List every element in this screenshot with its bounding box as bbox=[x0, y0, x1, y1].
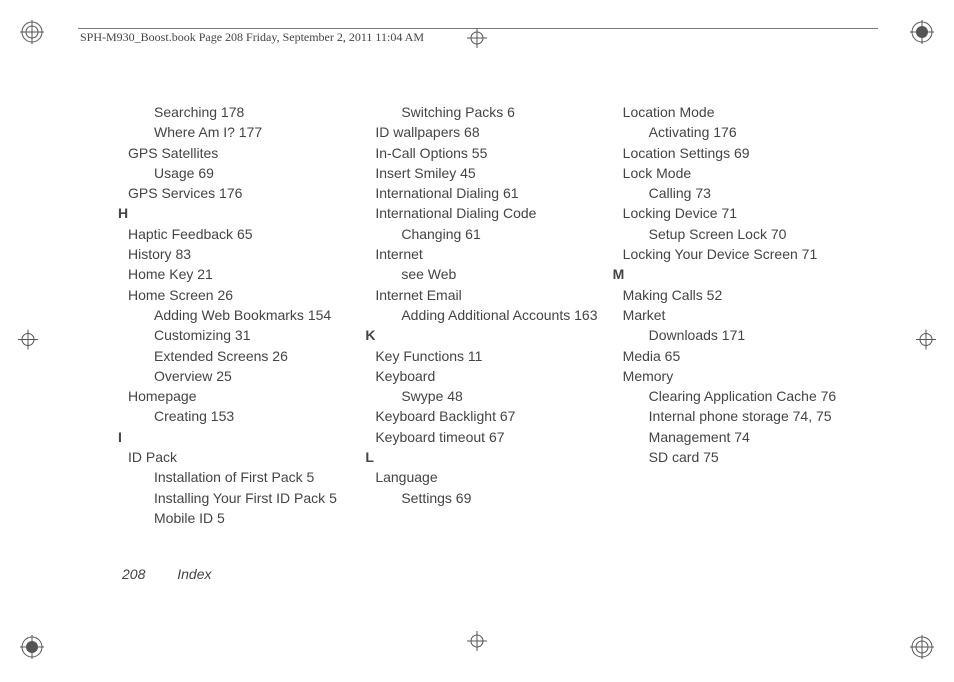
index-entry: Home Screen 26 bbox=[128, 285, 365, 305]
index-column-3: Location ModeActivating 176Location Sett… bbox=[623, 102, 870, 528]
index-entry: History 83 bbox=[128, 244, 365, 264]
page-footer: 208 Index bbox=[122, 566, 212, 582]
registration-mark-icon bbox=[910, 20, 934, 47]
index-entry: Management 74 bbox=[649, 427, 860, 447]
index-column-1: Searching 178Where Am I? 177GPS Satellit… bbox=[128, 102, 375, 528]
index-entry: Haptic Feedback 65 bbox=[128, 224, 365, 244]
index-entry: Usage 69 bbox=[154, 163, 365, 183]
index-entry: Locking Your Device Screen 71 bbox=[649, 244, 860, 264]
index-entry: Keyboard Backlight 67 bbox=[375, 406, 612, 426]
index-entry: Making Calls 52 bbox=[623, 285, 860, 305]
index-entry: Searching 178 bbox=[154, 102, 365, 122]
index-entry: In-Call Options 55 bbox=[375, 143, 612, 163]
index-entry: GPS Services 176 bbox=[128, 183, 365, 203]
index-entry: International Dialing 61 bbox=[375, 183, 612, 203]
index-column-2: Switching Packs 6ID wallpapers 68In-Call… bbox=[375, 102, 622, 528]
index-entry: Swype 48 bbox=[401, 386, 612, 406]
index-entry: Media 65 bbox=[623, 346, 860, 366]
crop-mark-icon bbox=[18, 330, 38, 353]
index-entry: Clearing Application Cache 76 bbox=[662, 386, 860, 406]
index-entry: Setup Screen Lock 70 bbox=[649, 224, 860, 244]
index-entry: GPS Satellites bbox=[128, 143, 365, 163]
index-entry: Market bbox=[623, 305, 860, 325]
index-entry: Installation of First Pack 5 bbox=[154, 467, 365, 487]
index-entry: Creating 153 bbox=[154, 406, 365, 426]
index-entry: Home Key 21 bbox=[128, 264, 365, 284]
index-entry: Overview 25 bbox=[154, 366, 365, 386]
index-entry: Downloads 171 bbox=[649, 325, 860, 345]
index-entry: Homepage bbox=[128, 386, 365, 406]
index-entry: Activating 176 bbox=[649, 122, 860, 142]
index-entry: Internal phone storage 74, 75 bbox=[662, 406, 860, 426]
registration-mark-icon bbox=[20, 20, 44, 47]
index-entry: Insert Smiley 45 bbox=[375, 163, 612, 183]
index-entry: Switching Packs 6 bbox=[401, 102, 612, 122]
index-entry: ID wallpapers 68 bbox=[375, 122, 612, 142]
index-entry: Internet Email bbox=[375, 285, 612, 305]
index-entry: Keyboard bbox=[375, 366, 612, 386]
index-entry: Extended Screens 26 bbox=[154, 346, 365, 366]
index-entry: Settings 69 bbox=[401, 488, 612, 508]
index-letter-heading: I bbox=[118, 427, 365, 447]
index-entry: Internet bbox=[375, 244, 612, 264]
crop-mark-icon bbox=[467, 28, 487, 51]
index-entry: Where Am I? 177 bbox=[154, 122, 365, 142]
index-content: Searching 178Where Am I? 177GPS Satellit… bbox=[128, 102, 870, 528]
index-letter-heading: L bbox=[365, 447, 612, 467]
index-entry: Key Functions 11 bbox=[375, 346, 612, 366]
index-entry: Location Mode bbox=[623, 102, 860, 122]
index-entry: Mobile ID 5 bbox=[154, 508, 365, 528]
index-entry: Language bbox=[375, 467, 612, 487]
crop-mark-icon bbox=[467, 631, 487, 654]
index-entry: see Web bbox=[401, 264, 612, 284]
index-entry: Changing 61 bbox=[401, 224, 612, 244]
header-metadata: SPH-M930_Boost.book Page 208 Friday, Sep… bbox=[80, 30, 424, 45]
index-letter-heading: H bbox=[118, 203, 365, 223]
index-entry: Memory bbox=[623, 366, 860, 386]
index-entry: Adding Additional Accounts 163 bbox=[414, 305, 612, 325]
index-entry: SD card 75 bbox=[649, 447, 860, 467]
index-entry: Installing Your First ID Pack 5 bbox=[154, 488, 365, 508]
registration-mark-icon bbox=[910, 635, 934, 662]
index-letter-heading: K bbox=[365, 325, 612, 345]
index-entry: Lock Mode bbox=[623, 163, 860, 183]
index-entry: Calling 73 bbox=[649, 183, 860, 203]
index-letter-heading: M bbox=[613, 264, 860, 284]
crop-mark-icon bbox=[916, 330, 936, 353]
index-entry: Location Settings 69 bbox=[623, 143, 860, 163]
section-name: Index bbox=[177, 566, 211, 582]
page-number: 208 bbox=[122, 566, 145, 582]
index-entry: Customizing 31 bbox=[154, 325, 365, 345]
index-entry: International Dialing Code bbox=[375, 203, 612, 223]
index-entry: ID Pack bbox=[128, 447, 365, 467]
index-entry: Keyboard timeout 67 bbox=[375, 427, 612, 447]
index-entry: Adding Web Bookmarks 154 bbox=[167, 305, 365, 325]
index-entry: Locking Device 71 bbox=[623, 203, 860, 223]
registration-mark-icon bbox=[20, 635, 44, 662]
